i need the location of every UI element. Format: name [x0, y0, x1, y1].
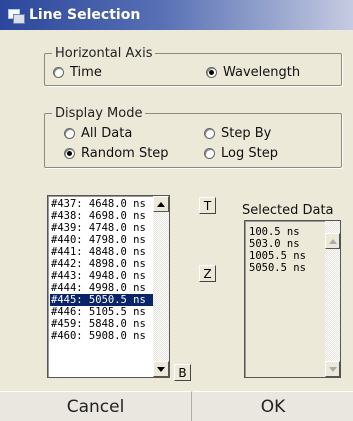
- arrow-up-icon: [328, 238, 337, 244]
- list-item[interactable]: #441: 4848.0 ns: [50, 246, 154, 258]
- line-selection-window: Line Selection Horizontal Axis Time Wave…: [0, 0, 353, 421]
- radio-random-step-button[interactable]: [64, 148, 75, 159]
- arrow-down-icon: [157, 366, 165, 372]
- selected-scroll-up-button[interactable]: [325, 233, 340, 249]
- selected-item[interactable]: 1005.5 ns: [249, 250, 306, 262]
- radio-wavelength-label: Wavelength: [223, 65, 301, 80]
- bottom-button[interactable]: B: [174, 364, 191, 381]
- zoom-button[interactable]: Z: [199, 265, 216, 282]
- scroll-up-button[interactable]: [153, 196, 169, 212]
- list-item[interactable]: #460: 5908.0 ns: [50, 330, 154, 342]
- selected-item[interactable]: 503.0 ns: [249, 238, 306, 250]
- radio-all-data[interactable]: All Data: [64, 126, 132, 141]
- list-item[interactable]: #437: 4648.0 ns: [50, 198, 154, 210]
- radio-log-step[interactable]: Log Step: [204, 146, 278, 161]
- list-item[interactable]: #439: 4748.0 ns: [50, 222, 154, 234]
- selected-item[interactable]: 5050.5 ns: [249, 262, 306, 274]
- title-bar[interactable]: Line Selection: [0, 0, 353, 30]
- window-icon: [8, 7, 25, 24]
- list-item[interactable]: #440: 4798.0 ns: [50, 234, 154, 246]
- selected-item[interactable]: 100.5 ns: [249, 226, 306, 238]
- line-list[interactable]: #437: 4648.0 ns #438: 4698.0 ns #439: 47…: [47, 195, 170, 378]
- radio-all-data-label: All Data: [81, 126, 133, 141]
- radio-all-data-button[interactable]: [64, 128, 75, 139]
- list-item-selected[interactable]: #445: 5050.5 ns: [50, 294, 154, 306]
- line-list-scrollbar[interactable]: [153, 196, 169, 377]
- radio-random-step-label: Random Step: [81, 146, 169, 161]
- radio-step-by-label: Step By: [221, 126, 272, 141]
- selected-data-scrollbar[interactable]: [325, 221, 340, 377]
- display-mode-legend: Display Mode: [55, 106, 143, 121]
- radio-step-by-button[interactable]: [204, 128, 215, 139]
- radio-log-step-label: Log Step: [221, 146, 278, 161]
- radio-log-step-button[interactable]: [204, 148, 215, 159]
- list-item[interactable]: #446: 5105.5 ns: [50, 306, 154, 318]
- list-item[interactable]: #438: 4698.0 ns: [50, 210, 154, 222]
- arrow-up-icon: [157, 201, 165, 207]
- list-item[interactable]: #444: 4998.0 ns: [50, 282, 154, 294]
- selected-data-items: 100.5 ns 503.0 ns 1005.5 ns 5050.5 ns: [249, 226, 306, 274]
- ok-button[interactable]: OK: [193, 391, 353, 421]
- radio-step-by[interactable]: Step By: [204, 126, 271, 141]
- list-item[interactable]: #443: 4948.0 ns: [50, 270, 154, 282]
- list-item[interactable]: #442: 4898.0 ns: [50, 258, 154, 270]
- radio-wavelength[interactable]: Wavelength: [206, 65, 300, 80]
- cancel-button[interactable]: Cancel: [0, 391, 192, 421]
- selected-data-list[interactable]: 100.5 ns 503.0 ns 1005.5 ns 5050.5 ns: [244, 220, 341, 378]
- horizontal-axis-legend: Horizontal Axis: [55, 46, 153, 61]
- line-list-items: #437: 4648.0 ns #438: 4698.0 ns #439: 47…: [50, 198, 154, 342]
- selected-data-label: Selected Data: [242, 203, 334, 218]
- arrow-down-icon: [328, 366, 337, 372]
- radio-time-button[interactable]: [53, 67, 64, 78]
- scroll-track[interactable]: [153, 212, 169, 361]
- radio-time-label: Time: [70, 65, 102, 80]
- top-button[interactable]: T: [199, 197, 216, 214]
- radio-time[interactable]: Time: [53, 65, 102, 80]
- scroll-down-button[interactable]: [153, 361, 169, 377]
- list-item[interactable]: #459: 5848.0 ns: [50, 318, 154, 330]
- radio-wavelength-button[interactable]: [206, 67, 217, 78]
- radio-random-step[interactable]: Random Step: [64, 146, 169, 161]
- window-title: Line Selection: [29, 7, 141, 23]
- selected-scroll-down-button[interactable]: [325, 361, 340, 377]
